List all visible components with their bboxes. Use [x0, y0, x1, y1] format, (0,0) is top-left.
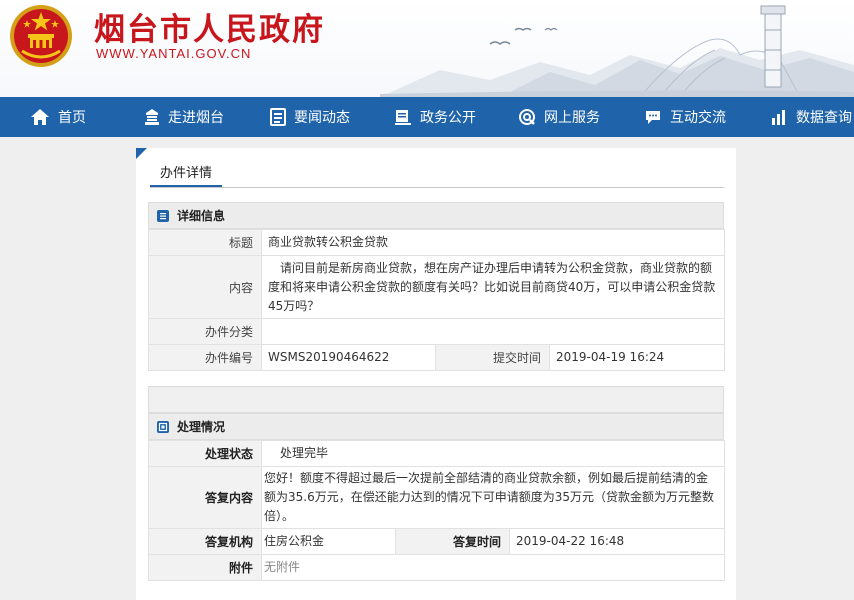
- nav-item-label: 要闻动态: [294, 110, 350, 126]
- attachment-value: 无附件: [260, 554, 726, 581]
- nav-item-online-service[interactable]: 网上服务: [518, 97, 600, 137]
- submit-time-value: 2019-04-19 16:24: [548, 344, 726, 371]
- handling-section-header: 处理情况: [148, 413, 724, 440]
- nav-item-home[interactable]: 首页: [30, 97, 86, 137]
- nav-item-gov-affairs[interactable]: 政务公开: [394, 97, 476, 137]
- corner-marker: [136, 148, 147, 159]
- status-label: 处理状态: [148, 440, 262, 467]
- nav-item-label: 互动交流: [670, 110, 726, 126]
- table-row: 内容 请问目前是新房商业贷款，想在房产证办理后申请转为公积金贷款，商业贷款的额度…: [148, 255, 726, 319]
- nav-item-label: 走进烟台: [168, 110, 224, 126]
- nav-item-interaction[interactable]: 互动交流: [644, 97, 726, 137]
- detail-table: 标题 商业贷款转公积金贷款 内容 请问目前是新房商业贷款，想在房产证办理后申请转…: [148, 229, 726, 371]
- nav-item-data-query[interactable]: 数据查询: [770, 97, 852, 137]
- site-title: 烟台市人民政府: [94, 12, 325, 48]
- nav-item-label: 政务公开: [420, 110, 476, 126]
- section-spacer: [148, 386, 724, 413]
- table-row: 标题 商业贷款转公积金贷款: [148, 229, 726, 256]
- table-row: 答复内容 您好！额度不得超过最后一次提前全部结清的商业贷款余额，例如最后提前结清…: [148, 466, 726, 529]
- tab-case-detail[interactable]: 办件详情: [150, 163, 223, 187]
- nav-item-label: 数据查询: [796, 110, 852, 126]
- document-icon: [395, 110, 411, 125]
- national-emblem-icon: [10, 5, 72, 67]
- tab-divider: [150, 187, 724, 188]
- city-icon: [145, 109, 159, 125]
- list-icon: [157, 209, 169, 222]
- service-icon: [519, 109, 535, 125]
- reply-time-label: 答复时间: [395, 528, 510, 555]
- table-row: 处理状态 处理完毕: [148, 440, 726, 467]
- org-label: 答复机构: [148, 528, 262, 555]
- site-url: WWW.YANTAI.GOV.CN: [96, 46, 252, 61]
- case-detail-panel: 办件详情 详细信息 标题 商业贷款转公积金贷款 内容 请问目前是新房商业贷款，想…: [136, 148, 736, 600]
- site-header: 烟台市人民政府 WWW.YANTAI.GOV.CN: [0, 0, 854, 97]
- number-value: WSMS20190464622: [261, 344, 436, 371]
- news-icon: [270, 108, 286, 126]
- org-value: 住房公积金: [261, 528, 396, 555]
- reply-label: 答复内容: [148, 466, 262, 529]
- handling-table: 处理状态 处理完毕 答复内容 您好！额度不得超过最后一次提前全部结清的商业贷款余…: [148, 440, 726, 581]
- handling-section-title: 处理情况: [177, 420, 226, 434]
- chat-icon: [646, 111, 660, 124]
- table-row: 办件分类: [148, 318, 726, 345]
- table-row: 答复机构 住房公积金 答复时间 2019-04-22 16:48: [148, 528, 726, 555]
- title-label: 标题: [148, 229, 262, 256]
- submit-time-label: 提交时间: [435, 344, 550, 371]
- home-icon: [31, 109, 49, 125]
- process-icon: [157, 420, 169, 433]
- nav-item-news[interactable]: 要闻动态: [270, 97, 350, 137]
- category-label: 办件分类: [148, 318, 262, 345]
- lighthouse-scenery: [380, 5, 854, 97]
- content-label: 内容: [148, 255, 262, 319]
- content-value: 请问目前是新房商业贷款，想在房产证办理后申请转为公积金贷款，商业贷款的额度和将来…: [260, 255, 726, 319]
- attachment-label: 附件: [148, 554, 262, 581]
- main-nav: 首页 走进烟台 要闻动态 政务公开 网上服务 互动交流 数据查询: [0, 97, 854, 137]
- number-label: 办件编号: [148, 344, 262, 371]
- category-value: [260, 318, 726, 345]
- table-row: 附件 无附件: [148, 554, 726, 581]
- nav-item-label: 首页: [58, 110, 86, 126]
- reply-time-value: 2019-04-22 16:48: [508, 528, 726, 555]
- nav-item-label: 网上服务: [544, 110, 600, 126]
- detail-section-title: 详细信息: [177, 209, 226, 223]
- nav-item-about-yantai[interactable]: 走进烟台: [144, 97, 224, 137]
- detail-section-header: 详细信息: [148, 202, 724, 229]
- title-value: 商业贷款转公积金贷款: [260, 229, 726, 256]
- table-row: 办件编号 WSMS20190464622 提交时间 2019-04-19 16:…: [148, 344, 726, 371]
- reply-value: 您好！额度不得超过最后一次提前全部结清的商业贷款余额，例如最后提前结清的金额为3…: [260, 466, 726, 529]
- status-value: 处理完毕: [260, 440, 726, 467]
- chart-icon: [772, 110, 785, 125]
